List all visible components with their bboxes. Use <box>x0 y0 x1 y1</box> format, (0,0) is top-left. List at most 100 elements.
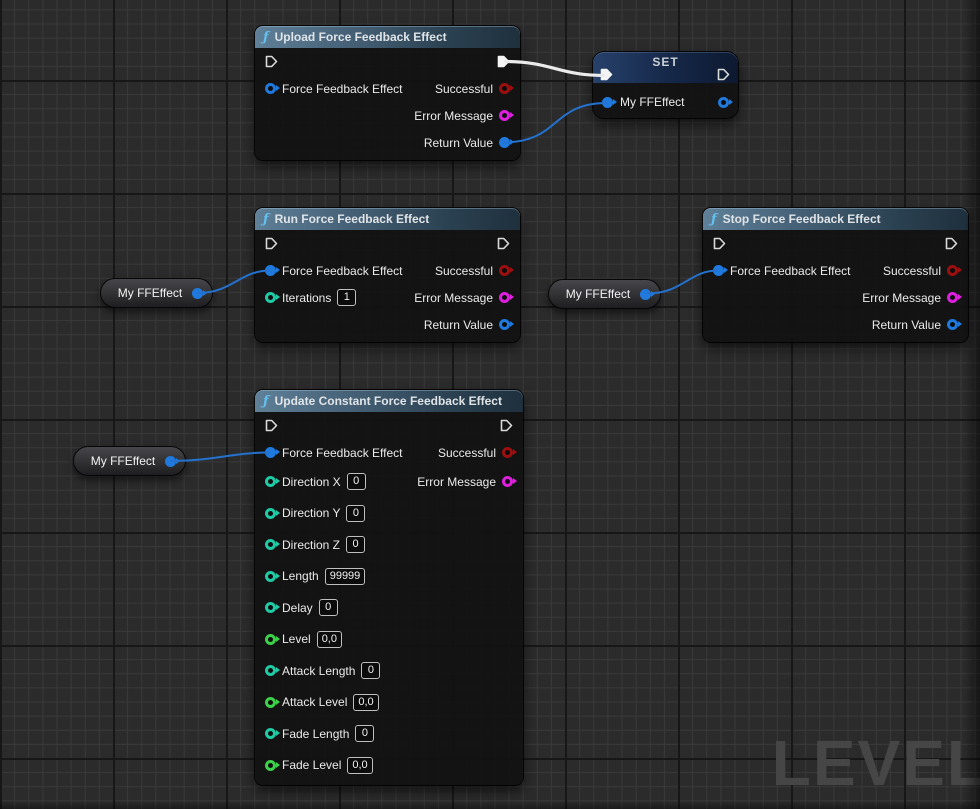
node-run-force-feedback-effect[interactable]: ƒ Run Force Feedback Effect Force Feedba… <box>255 208 520 342</box>
bool-pin[interactable] <box>499 265 510 276</box>
node-header[interactable]: ƒ Update Constant Force Feedback Effect <box>255 390 523 412</box>
pin-row: My FFEffect <box>602 95 729 109</box>
length-value-box[interactable]: 99999 <box>325 568 366 585</box>
bool-pin[interactable] <box>502 447 513 458</box>
delay-value-box[interactable]: 0 <box>319 599 338 616</box>
node-update-constant-force-feedback-effect[interactable]: ƒ Update Constant Force Feedback Effect … <box>255 390 523 785</box>
var-get-node-my-ffeffect-run[interactable]: My FFEffect <box>100 278 213 308</box>
pin-label: Iterations <box>282 291 331 305</box>
exec-out-pin[interactable] <box>717 68 730 81</box>
int-pin[interactable] <box>265 728 276 739</box>
object-pin[interactable] <box>718 97 729 108</box>
pin-row: Direction X 0 Error Message <box>255 466 523 498</box>
bottom-edge-vignette <box>0 801 980 809</box>
string-pin[interactable] <box>502 476 513 487</box>
int-pin[interactable] <box>265 476 276 487</box>
pin-label: Direction Z <box>282 538 340 552</box>
pin-row: Force Feedback Effect Successful <box>703 257 968 284</box>
fade-level-value-box[interactable]: 0,0 <box>347 757 372 774</box>
pin-label: Successful <box>883 264 941 278</box>
pin-label: Return Value <box>872 318 941 332</box>
exec-out-pin[interactable] <box>500 419 513 432</box>
pin-row: Direction Z 0 <box>255 529 523 561</box>
graph-watermark: LEVEL <box>772 731 980 795</box>
direction-y-value-box[interactable]: 0 <box>346 505 365 522</box>
attack-length-value-box[interactable]: 0 <box>361 662 380 679</box>
int-pin[interactable] <box>265 508 276 519</box>
node-header[interactable]: ƒ Stop Force Feedback Effect <box>703 208 968 230</box>
node-title: Stop Force Feedback Effect <box>723 212 881 226</box>
node-stop-force-feedback-effect[interactable]: ƒ Stop Force Feedback Effect Force Feedb… <box>703 208 968 342</box>
exec-in-pin[interactable] <box>265 237 278 250</box>
pin-label: Return Value <box>424 136 493 150</box>
pin-label: Error Message <box>414 109 493 123</box>
int-pin[interactable] <box>265 571 276 582</box>
exec-in-pin[interactable] <box>713 237 726 250</box>
pin-label: Attack Length <box>282 664 355 678</box>
pin-label: Direction Y <box>282 506 340 520</box>
string-pin[interactable] <box>499 292 510 303</box>
object-pin[interactable] <box>499 319 510 330</box>
int-pin[interactable] <box>265 602 276 613</box>
pin-label: Fade Level <box>282 758 341 772</box>
iterations-value-box[interactable]: 1 <box>337 289 356 306</box>
node-header[interactable]: ƒ Upload Force Feedback Effect <box>255 26 520 48</box>
string-pin[interactable] <box>947 292 958 303</box>
node-title: Run Force Feedback Effect <box>275 212 430 226</box>
pin-row: Return Value <box>255 311 520 338</box>
node-title: Upload Force Feedback Effect <box>275 30 447 44</box>
pin-label: Fade Length <box>282 727 349 741</box>
function-icon: ƒ <box>263 212 269 227</box>
function-icon: ƒ <box>711 212 717 227</box>
pin-label: Direction X <box>282 475 341 489</box>
level-value-box[interactable]: 0,0 <box>317 631 342 648</box>
right-edge-vignette <box>964 0 980 809</box>
exec-in-pin[interactable] <box>265 55 278 68</box>
float-pin[interactable] <box>265 760 276 771</box>
int-pin[interactable] <box>265 539 276 550</box>
int-pin[interactable] <box>265 292 276 303</box>
exec-out-pin[interactable] <box>497 237 510 250</box>
node-set-my-ffeffect[interactable]: SET My FFEffect <box>593 52 738 118</box>
pin-row: Error Message <box>703 284 968 311</box>
pin-row: Return Value <box>255 129 520 156</box>
pin-label: Error Message <box>414 291 493 305</box>
exec-row <box>255 230 520 257</box>
fade-length-value-box[interactable]: 0 <box>355 725 374 742</box>
float-pin[interactable] <box>265 634 276 645</box>
pin-row: Fade Level 0,0 <box>255 750 523 782</box>
exec-in-pin[interactable] <box>265 419 278 432</box>
pin-row: Attack Length 0 <box>255 655 523 687</box>
bool-pin[interactable] <box>947 265 958 276</box>
direction-z-value-box[interactable]: 0 <box>346 536 365 553</box>
bool-pin[interactable] <box>499 83 510 94</box>
pin-label: Length <box>282 569 319 583</box>
pin-label: Force Feedback Effect <box>730 264 851 278</box>
direction-x-value-box[interactable]: 0 <box>347 473 366 490</box>
pin-label: Successful <box>435 264 493 278</box>
attack-level-value-box[interactable]: 0,0 <box>353 694 378 711</box>
exec-row <box>255 412 523 439</box>
pin-label: Error Message <box>417 475 496 489</box>
object-pin[interactable] <box>947 319 958 330</box>
object-pin[interactable] <box>265 83 276 94</box>
exec-row <box>255 48 520 75</box>
pin-row: Force Feedback Effect Successful <box>255 75 520 102</box>
exec-out-pin[interactable] <box>945 237 958 250</box>
float-pin[interactable] <box>265 697 276 708</box>
string-pin[interactable] <box>499 110 510 121</box>
pin-label: Error Message <box>862 291 941 305</box>
pin-label: Successful <box>438 446 496 460</box>
pin-row: Error Message <box>255 102 520 129</box>
node-upload-force-feedback-effect[interactable]: ƒ Upload Force Feedback Effect Force Fee… <box>255 26 520 160</box>
pin-label: Return Value <box>424 318 493 332</box>
blueprint-graph-canvas[interactable]: LEVEL ƒ Upload Force Feedback Effect For… <box>0 0 980 809</box>
pin-label: Delay <box>282 601 313 615</box>
int-pin[interactable] <box>265 665 276 676</box>
var-get-node-my-ffeffect-stop[interactable]: My FFEffect <box>548 279 661 309</box>
variable-label: My FFEffect <box>561 287 635 301</box>
pin-label: Force Feedback Effect <box>282 264 403 278</box>
var-get-node-my-ffeffect-update[interactable]: My FFEffect <box>73 446 186 476</box>
node-header[interactable]: ƒ Run Force Feedback Effect <box>255 208 520 230</box>
object-pin[interactable] <box>602 97 613 108</box>
